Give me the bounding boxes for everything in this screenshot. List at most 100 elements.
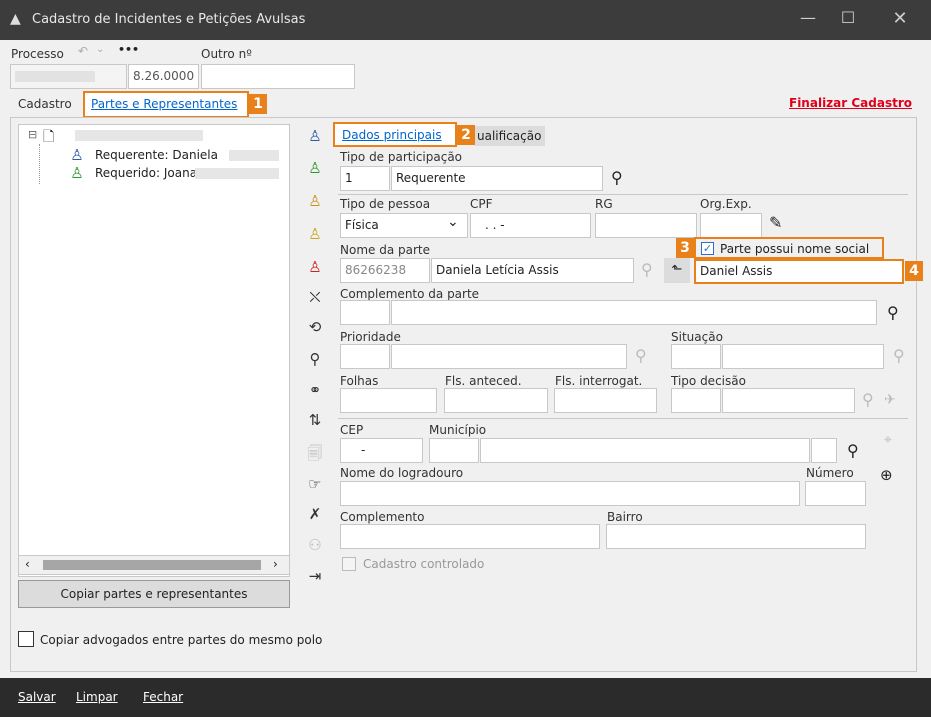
- orgexp-field[interactable]: [700, 213, 762, 238]
- blurred-surname: [229, 150, 279, 161]
- tipo-decisao-field[interactable]: [722, 388, 855, 413]
- nome-social-field[interactable]: Daniel Assis: [694, 259, 904, 284]
- complemento-field[interactable]: [340, 524, 600, 549]
- municipio-code[interactable]: [429, 438, 479, 463]
- outro-field[interactable]: [201, 64, 355, 89]
- prioridade-code[interactable]: [340, 344, 390, 369]
- more-icon[interactable]: •••: [118, 43, 139, 56]
- complemento-parte-code[interactable]: [340, 300, 390, 325]
- group-party-icon[interactable]: ⚭: [305, 380, 325, 400]
- rg-field[interactable]: [595, 213, 697, 238]
- fls-anteced-field[interactable]: [444, 388, 548, 413]
- bairro-label: Bairro: [607, 510, 643, 524]
- fechar-button[interactable]: Fechar: [143, 690, 183, 704]
- tab-cadastro[interactable]: Cadastro: [18, 97, 72, 111]
- fls-interrogat-field[interactable]: [554, 388, 657, 413]
- search-icon[interactable]: ⚲: [887, 303, 899, 322]
- minimize-icon[interactable]: —: [796, 8, 820, 27]
- copiar-partes-label: Copiar partes e representantes: [60, 587, 248, 601]
- fls-interrogat-label: Fls. interrogat.: [555, 374, 643, 388]
- remove-user-icon[interactable]: ✗: [305, 504, 325, 524]
- cep-field[interactable]: -: [340, 438, 423, 463]
- cpf-label: CPF: [470, 197, 493, 211]
- terceiro-icon[interactable]: ♙: [305, 191, 325, 211]
- document-icon: 🗋: [43, 129, 55, 145]
- orgexp-label: Org.Exp.: [700, 197, 752, 211]
- edit-pencil-icon[interactable]: ✎: [769, 213, 782, 232]
- requerente-icon: ♙: [70, 146, 84, 164]
- finalizar-link[interactable]: Finalizar Cadastro: [789, 96, 912, 110]
- processo-field[interactable]: 8.26.0000: [128, 64, 199, 89]
- nome-social-checkbox[interactable]: ✓: [701, 242, 714, 255]
- municipio-field[interactable]: [480, 438, 810, 463]
- subtab-qualificacao[interactable]: ualificação: [475, 126, 545, 146]
- subtab-qualificacao-label: ualificação: [477, 129, 542, 143]
- swap-party-icon[interactable]: ⟲: [305, 317, 325, 337]
- tab-partes[interactable]: Partes e Representantes: [83, 91, 249, 118]
- numero-field[interactable]: [805, 481, 866, 506]
- run-party-icon[interactable]: ⚲: [305, 349, 325, 369]
- cpf-field[interactable]: . . -: [470, 213, 591, 238]
- bottom-bar: Salvar Limpar Fechar: [0, 678, 931, 717]
- callout-1: 1: [249, 94, 267, 114]
- search-icon[interactable]: ⚲: [847, 441, 859, 460]
- uf-field[interactable]: [811, 438, 837, 463]
- numero-label: Número: [806, 466, 854, 480]
- handshake-icon[interactable]: ☞: [305, 474, 325, 494]
- fls-anteced-label: Fls. anteced.: [445, 374, 522, 388]
- subtab-dados[interactable]: Dados principais: [333, 122, 457, 147]
- tree-requerente[interactable]: Requerente: Daniela: [95, 148, 218, 162]
- tipo-decisao-code[interactable]: [671, 388, 721, 413]
- remove-party-icon[interactable]: ⛌: [305, 287, 325, 307]
- collapse-icon[interactable]: ⊟: [28, 128, 37, 141]
- situacao-code[interactable]: [671, 344, 721, 369]
- tipo-participacao-code[interactable]: 1: [340, 166, 390, 191]
- tree-scrollbar[interactable]: ‹ ›: [18, 555, 290, 575]
- scroll-right-icon[interactable]: ›: [273, 557, 278, 571]
- complemento-parte-field[interactable]: [391, 300, 877, 325]
- testemunha-icon[interactable]: ♙: [305, 257, 325, 277]
- maximize-icon[interactable]: ☐: [836, 8, 860, 27]
- folhas-field[interactable]: [340, 388, 437, 413]
- user-link-icon: ⚇: [308, 536, 322, 554]
- app-logo-icon: ▲: [10, 11, 21, 27]
- complemento-label: Complemento: [340, 510, 425, 524]
- locate-icon: ⌖: [884, 432, 892, 448]
- tree-requerido[interactable]: Requerido: Joana: [95, 166, 197, 180]
- representante-icon[interactable]: ♙: [305, 224, 325, 244]
- add-map-icon[interactable]: ⊕: [880, 466, 893, 484]
- search-icon: ⚲: [862, 390, 874, 409]
- limpar-button[interactable]: Limpar: [76, 690, 118, 704]
- scroll-left-icon[interactable]: ‹: [25, 557, 30, 571]
- subtab-dados-label: Dados principais: [342, 128, 442, 142]
- situacao-field[interactable]: [722, 344, 884, 369]
- undo-icon[interactable]: ↶: [78, 44, 88, 58]
- copiar-partes-button[interactable]: Copiar partes e representantes: [18, 580, 290, 608]
- salvar-button[interactable]: Salvar: [18, 690, 56, 704]
- nome-social-checkbox-row[interactable]: ✓ Parte possui nome social: [694, 237, 884, 259]
- cadastro-controlado-label: Cadastro controlado: [363, 557, 485, 571]
- bairro-field[interactable]: [606, 524, 866, 549]
- complemento-parte-label: Complemento da parte: [340, 287, 480, 301]
- processo-prefix-field[interactable]: [10, 64, 127, 89]
- cadastro-controlado-checkbox: [342, 557, 356, 571]
- prioridade-field[interactable]: [391, 344, 627, 369]
- chevron-down-icon[interactable]: ⌄: [96, 44, 104, 55]
- search-icon[interactable]: ⚲: [611, 168, 623, 187]
- requerente-type-icon[interactable]: ♙: [305, 126, 325, 146]
- nome-parte-field[interactable]: Daniela Letícia Assis: [431, 258, 634, 283]
- sort-icon[interactable]: ⇅: [305, 410, 325, 430]
- export-icon[interactable]: ⇥: [305, 566, 325, 586]
- chevron-down-icon: ⌄: [447, 214, 459, 230]
- copiar-adv-checkbox[interactable]: [18, 631, 34, 647]
- nome-parte-code[interactable]: 86266238: [340, 258, 430, 283]
- tipo-pessoa-select[interactable]: Física ⌄: [340, 213, 468, 238]
- tipo-participacao-field[interactable]: Requerente: [391, 166, 603, 191]
- requerido-type-icon[interactable]: ♙: [305, 158, 325, 178]
- nome-parte-label: Nome da parte: [340, 243, 430, 257]
- copy-name-button[interactable]: ⬑: [664, 258, 690, 283]
- logradouro-field[interactable]: [340, 481, 800, 506]
- arrow-up-icon: ⬑: [671, 262, 683, 277]
- scroll-thumb[interactable]: [43, 560, 261, 570]
- close-icon[interactable]: ✕: [888, 8, 912, 29]
